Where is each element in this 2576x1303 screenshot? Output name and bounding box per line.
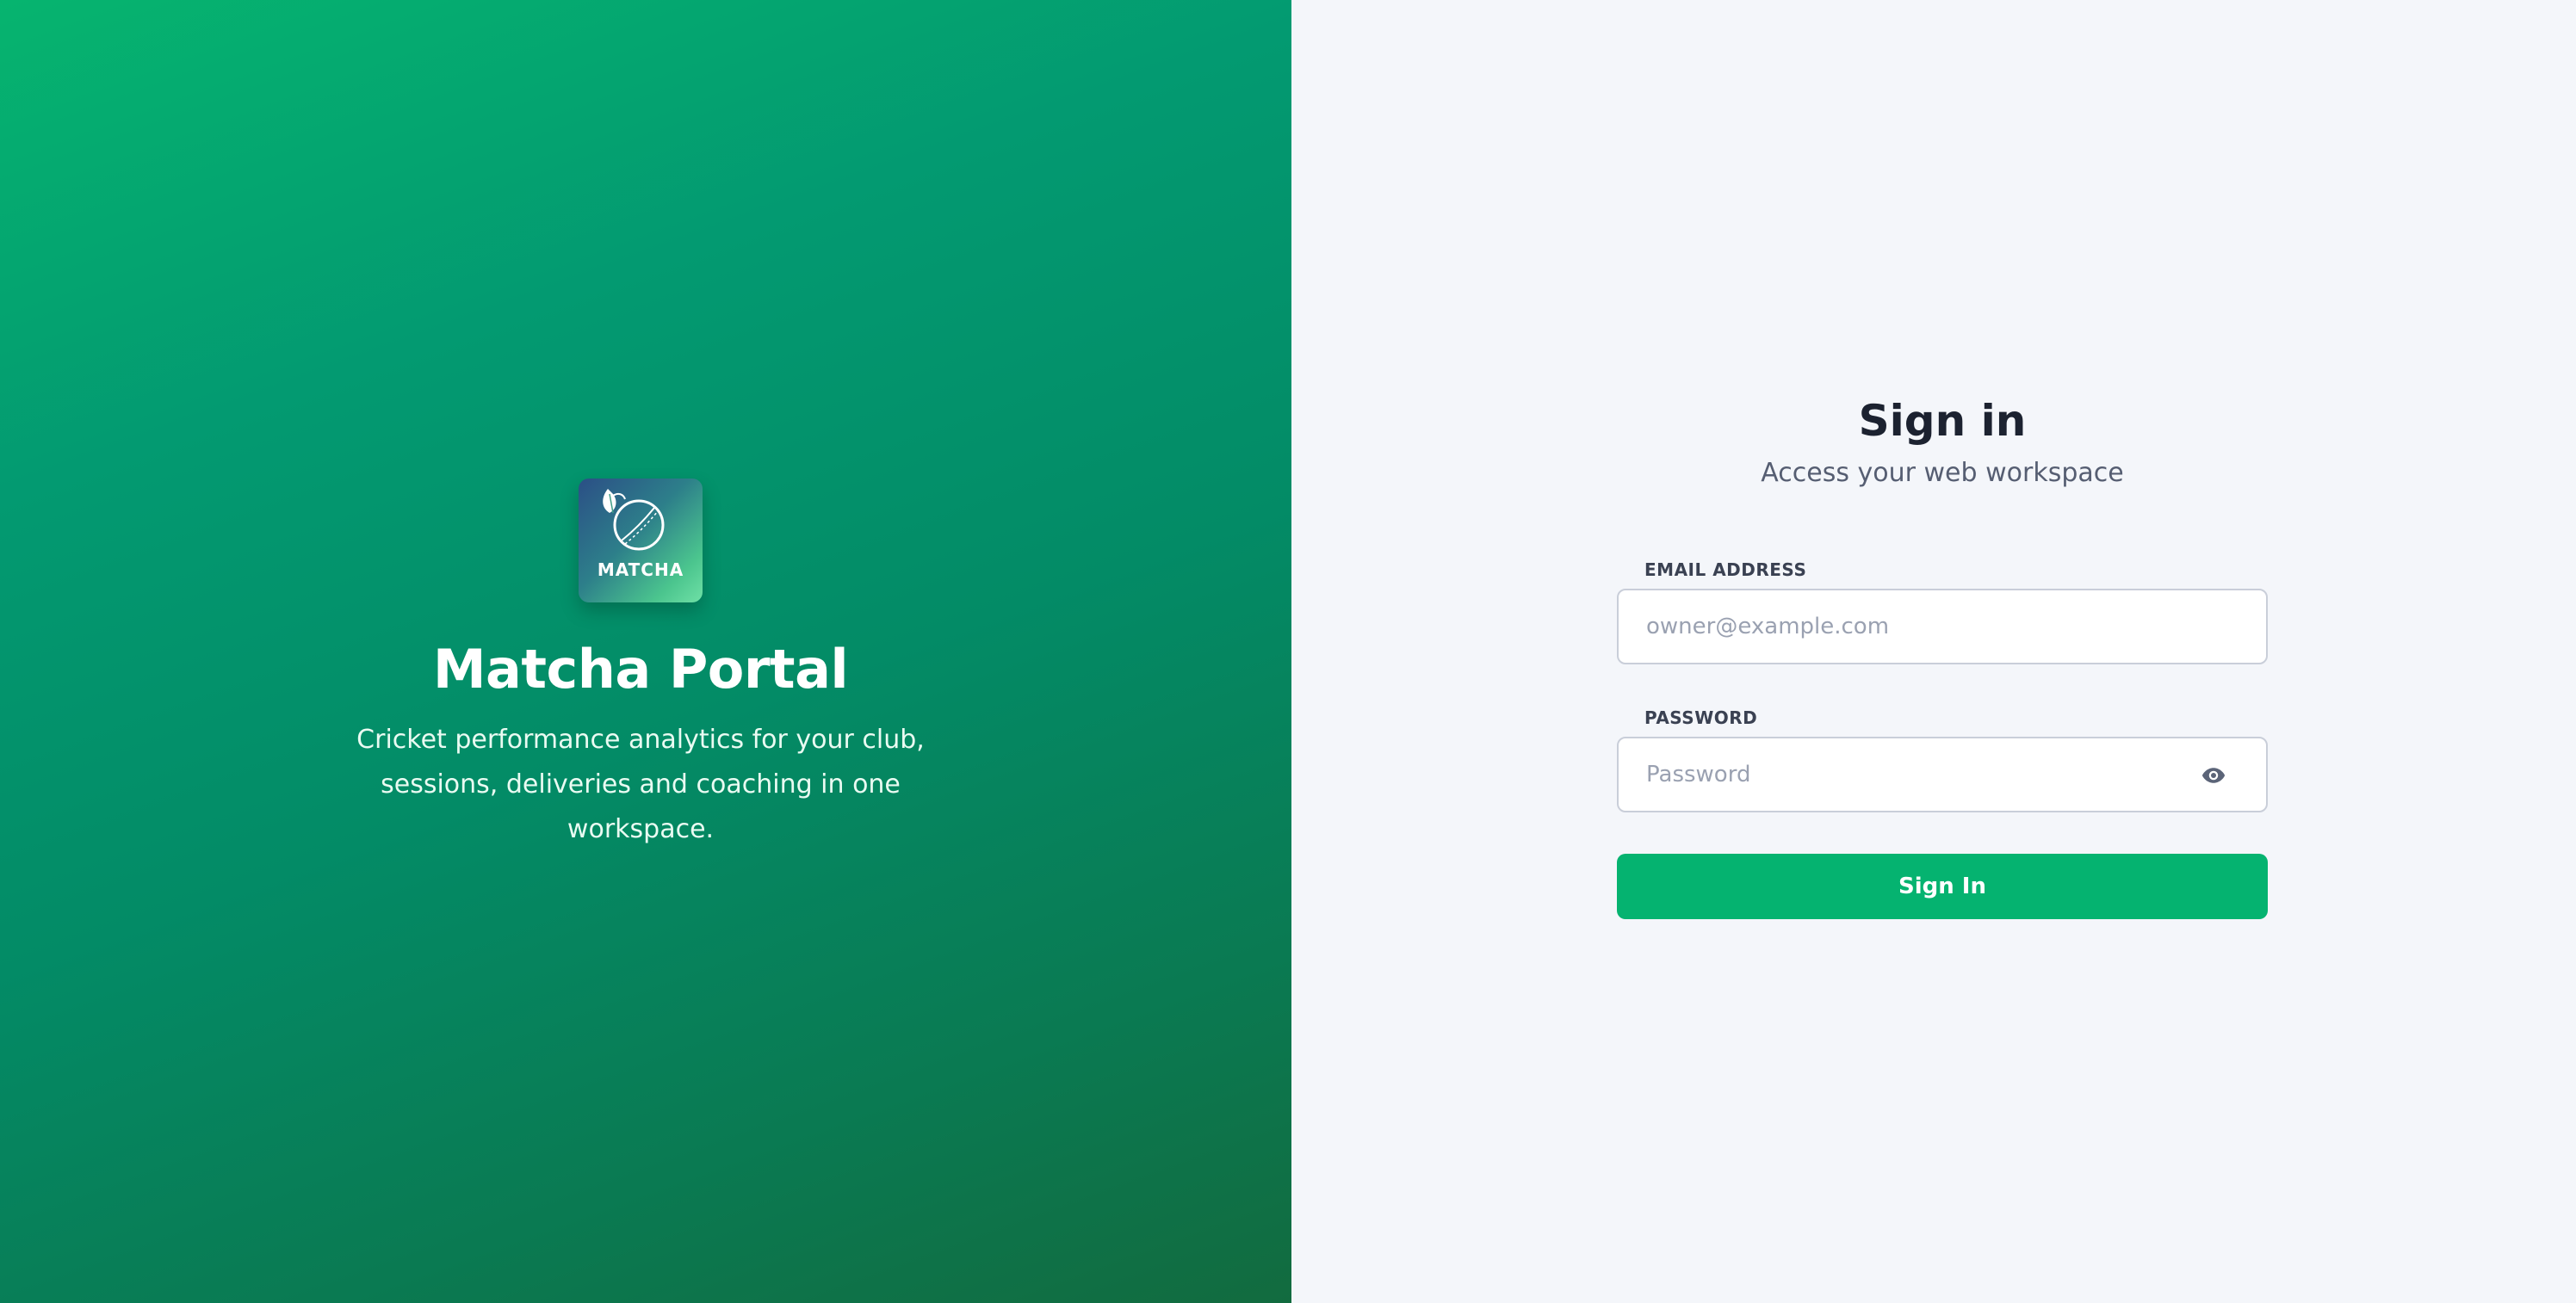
email-field[interactable] <box>1619 590 2266 663</box>
signin-form: Sign in Access your web workspace EMAIL … <box>1617 392 2268 919</box>
eye-icon[interactable] <box>2201 763 2226 788</box>
brand-panel: MATCHA Matcha Portal Cricket performance… <box>0 0 1291 1303</box>
password-field[interactable] <box>1619 738 2266 811</box>
password-label: PASSWORD <box>1644 707 1758 728</box>
brand-content: MATCHA Matcha Portal Cricket performance… <box>0 479 1281 852</box>
logo-wordmark: MATCHA <box>597 559 684 580</box>
brand-title: Matcha Portal <box>432 638 849 701</box>
matcha-logo: MATCHA <box>579 479 703 602</box>
sign-in-button[interactable]: Sign In <box>1617 854 2268 919</box>
signin-heading: Sign in <box>1858 396 2027 446</box>
signin-subtitle: Access your web workspace <box>1761 458 2124 488</box>
email-field-wrapper <box>1617 589 2268 664</box>
email-label: EMAIL ADDRESS <box>1644 559 1807 580</box>
login-page: MATCHA Matcha Portal Cricket performance… <box>0 0 2576 1303</box>
password-field-wrapper <box>1617 737 2268 812</box>
brand-description: Cricket performance analytics for your c… <box>356 725 925 844</box>
cricket-ball-icon <box>603 489 665 551</box>
signin-panel: Sign in Access your web workspace EMAIL … <box>1291 0 2576 1303</box>
